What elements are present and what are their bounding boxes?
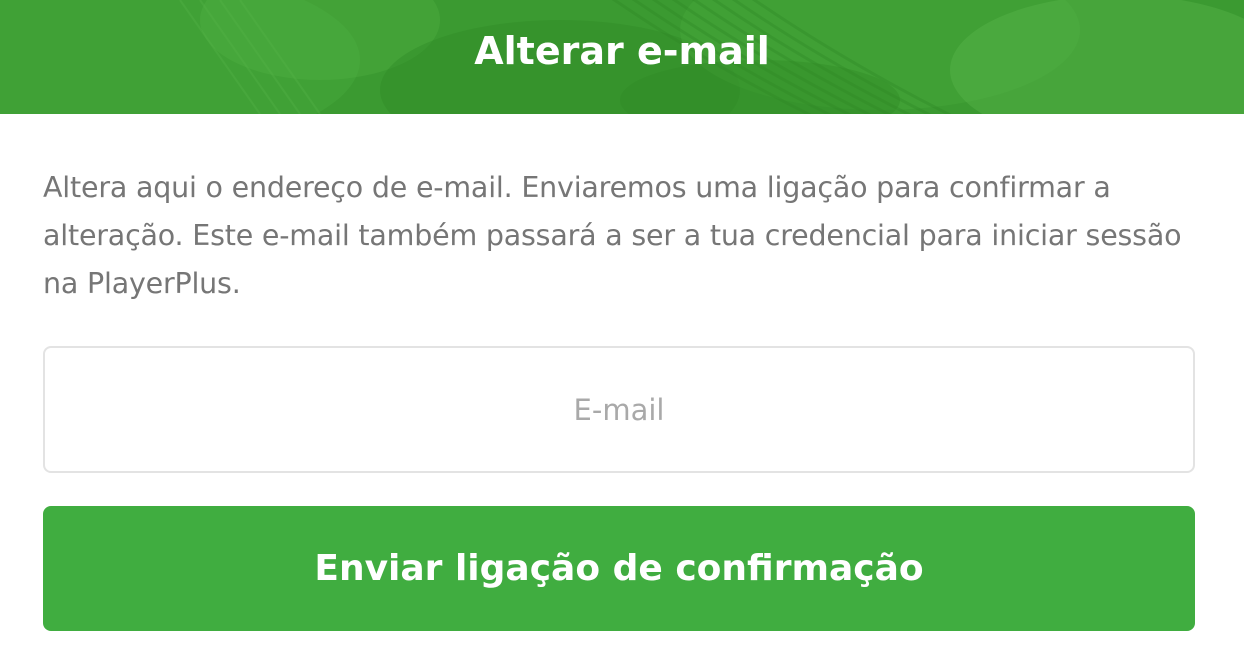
- description-text: Altera aqui o endereço de e-mail. Enviar…: [43, 171, 1182, 300]
- page-title: Alterar e-mail: [474, 29, 770, 73]
- page-header: Alterar e-mail: [0, 0, 1244, 114]
- email-field[interactable]: [43, 346, 1195, 473]
- send-confirmation-link-button[interactable]: Enviar ligação de confirmação: [43, 506, 1195, 631]
